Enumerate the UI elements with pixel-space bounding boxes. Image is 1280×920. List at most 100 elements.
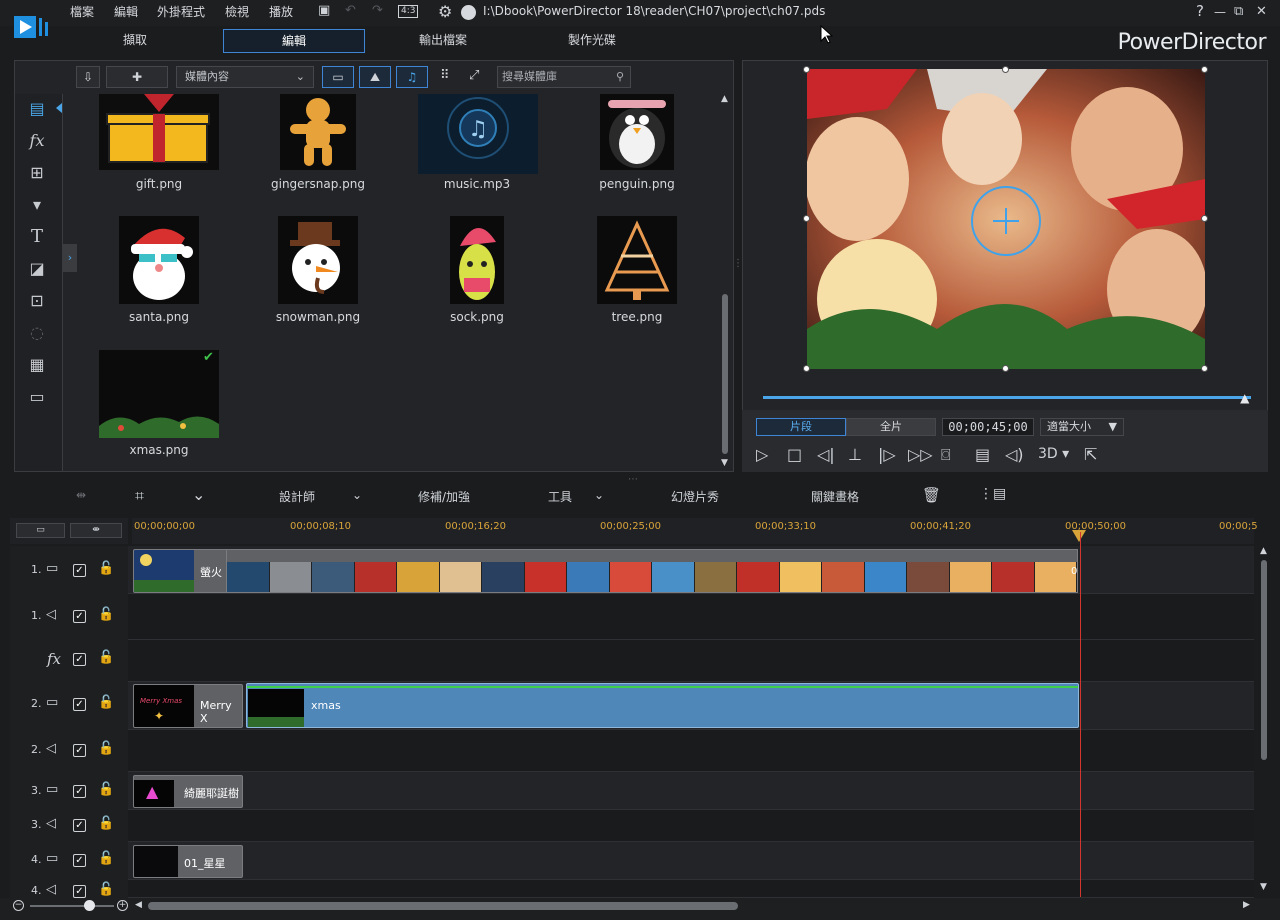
tab-disc[interactable]: 製作光碟: [521, 29, 663, 53]
title-room-icon[interactable]: T: [24, 226, 50, 248]
track-4-video[interactable]: [128, 842, 1254, 880]
next-frame-icon[interactable]: |▷: [878, 445, 896, 464]
zoom-slider[interactable]: [30, 905, 114, 907]
tree-title-clip[interactable]: ▲ 綺麗耶誕樹: [133, 775, 243, 808]
chapter-room-icon[interactable]: ▦: [24, 354, 50, 376]
menu-playback[interactable]: 播放: [269, 3, 293, 20]
pip-room-icon[interactable]: ⊞: [24, 162, 50, 184]
snapshot-camera-icon[interactable]: ⌼: [941, 445, 951, 465]
lock-icon[interactable]: 🔓: [98, 650, 114, 665]
lock-icon[interactable]: 🔓: [98, 561, 114, 576]
tab-produce[interactable]: 輸出檔案: [372, 29, 514, 53]
keyframe-button[interactable]: 關鍵畫格: [811, 488, 859, 505]
track-effect[interactable]: [128, 640, 1254, 682]
aspect-ratio-select[interactable]: 4:3: [398, 5, 419, 18]
track-enable-checkbox[interactable]: ✓: [73, 819, 86, 832]
movie-mode-button[interactable]: 全片: [846, 418, 936, 436]
tools-button[interactable]: 工具: [548, 488, 572, 505]
timecode-field[interactable]: 00;00;45;00: [942, 418, 1034, 436]
track-enable-checkbox[interactable]: ✓: [73, 854, 86, 867]
audio-mix-room-icon[interactable]: ⊡: [24, 290, 50, 312]
subtitle-room-icon[interactable]: ▭: [24, 386, 50, 408]
track-enable-checkbox[interactable]: ✓: [73, 610, 86, 623]
playhead-line[interactable]: [1080, 532, 1081, 897]
lock-icon[interactable]: 🔓: [98, 741, 114, 756]
fast-forward-icon[interactable]: ▷▷: [908, 445, 933, 464]
help-button[interactable]: ?: [1196, 2, 1204, 20]
play-icon[interactable]: ▷: [756, 445, 768, 464]
track-enable-checkbox[interactable]: ✓: [73, 653, 86, 666]
track-3-audio[interactable]: [128, 810, 1254, 842]
crop-icon[interactable]: ⌗: [135, 486, 144, 506]
track-2-audio[interactable]: [128, 730, 1254, 772]
media-room-icon[interactable]: ▤: [24, 98, 50, 120]
undo-icon[interactable]: ↶: [345, 3, 356, 18]
media-thumb-penguin[interactable]: [600, 94, 674, 170]
captions-icon[interactable]: ▤: [975, 445, 990, 464]
restore-button[interactable]: ⧉: [1234, 4, 1243, 19]
timeline-vscrollbar[interactable]: ▲ ▼: [1258, 546, 1270, 896]
scroll-right-icon[interactable]: ▶: [1243, 900, 1250, 910]
media-thumb-tree[interactable]: [597, 216, 677, 304]
track-enable-checkbox[interactable]: ✓: [73, 744, 86, 757]
resize-handle-bl[interactable]: [803, 365, 810, 372]
media-thumb-gift[interactable]: [99, 94, 219, 170]
clip-mode-button[interactable]: 片段: [756, 418, 846, 436]
resize-handle-br[interactable]: [1201, 365, 1208, 372]
resize-handle-r[interactable]: [1201, 215, 1208, 222]
tab-capture[interactable]: 擷取: [64, 29, 206, 53]
media-thumb-santa[interactable]: [119, 216, 199, 304]
xmas-image-clip[interactable]: xmas: [246, 683, 1079, 728]
scroll-down-icon[interactable]: ▼: [721, 458, 728, 468]
undock-icon[interactable]: ⇱: [1084, 445, 1097, 464]
media-thumb-xmas[interactable]: [99, 350, 219, 438]
track-3-video[interactable]: [128, 772, 1254, 810]
lock-icon[interactable]: 🔓: [98, 782, 114, 797]
tools-chevron-icon[interactable]: ⌄: [594, 488, 604, 502]
track-enable-checkbox[interactable]: ✓: [73, 885, 86, 898]
particle-room-icon[interactable]: ▾: [24, 194, 50, 216]
media-thumb-gingersnap[interactable]: [280, 94, 356, 170]
zoom-in-icon[interactable]: +: [117, 900, 128, 911]
split-clip-icon[interactable]: ⇹: [76, 488, 86, 502]
fit-dropdown[interactable]: 適當大小 ▼: [1040, 418, 1124, 436]
media-thumb-snowman[interactable]: [278, 216, 358, 304]
fix-enhance-button[interactable]: 修補/加強: [418, 488, 470, 505]
scroll-up-icon[interactable]: ▲: [721, 94, 728, 104]
merry-xmas-title-clip[interactable]: Merry Xmas ✦ Merry X: [133, 684, 243, 728]
lock-icon[interactable]: 🔓: [98, 882, 114, 897]
slideshow-clip-strip[interactable]: [226, 549, 1078, 593]
close-button[interactable]: ✕: [1256, 4, 1267, 19]
timeline-hscroll-thumb[interactable]: [148, 902, 738, 910]
media-thumb-music[interactable]: ♫: [418, 94, 538, 174]
split-icon[interactable]: ⊥: [848, 445, 862, 464]
scroll-up-icon[interactable]: ▲: [1260, 546, 1267, 556]
slideshow-button[interactable]: 幻燈片秀: [671, 488, 719, 505]
minimize-button[interactable]: —: [1214, 5, 1226, 19]
filter-audio-button[interactable]: ♫: [396, 66, 428, 88]
splitter-grip-icon[interactable]: ⋮: [733, 258, 743, 269]
settings-gear-icon[interactable]: ⚙: [438, 2, 452, 21]
media-content-dropdown[interactable]: 媒體內容 ⌄: [176, 66, 314, 88]
track-enable-checkbox[interactable]: ✓: [73, 698, 86, 711]
track-4-audio[interactable]: [128, 880, 1254, 898]
timeline-vscroll-thumb[interactable]: [1261, 560, 1267, 760]
zoom-slider-thumb[interactable]: [84, 900, 95, 911]
resize-handle-l[interactable]: [803, 215, 810, 222]
menu-file[interactable]: 檔案: [70, 3, 94, 20]
expand-panel-chevron-icon[interactable]: ›: [63, 244, 77, 272]
transition-room-icon[interactable]: ◪: [24, 258, 50, 280]
plugin-button[interactable]: ✚: [106, 66, 168, 88]
more-options-icon[interactable]: ⋮▤: [979, 486, 1006, 502]
resize-handle-tr[interactable]: [1201, 66, 1208, 73]
3d-toggle[interactable]: 3D ▾: [1038, 446, 1069, 462]
resize-handle-tl[interactable]: [803, 66, 810, 73]
options-circle-icon[interactable]: ⌄: [192, 485, 205, 504]
menu-edit[interactable]: 編輯: [114, 3, 138, 20]
designer-button[interactable]: 設計師: [279, 488, 315, 505]
menu-view[interactable]: 檢視: [225, 3, 249, 20]
lock-icon[interactable]: 🔓: [98, 695, 114, 710]
track-enable-checkbox[interactable]: ✓: [73, 564, 86, 577]
scroll-left-icon[interactable]: ◀: [135, 900, 142, 910]
prev-frame-icon[interactable]: ◁|: [817, 445, 835, 464]
